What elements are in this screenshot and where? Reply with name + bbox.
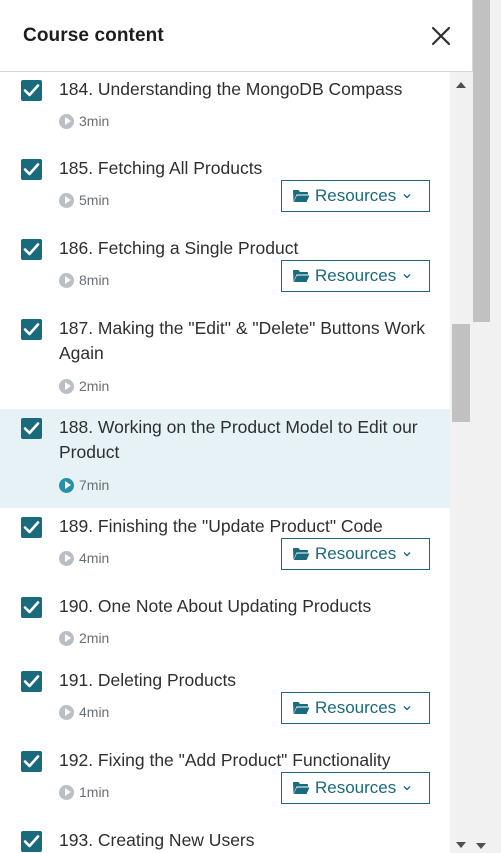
chevron-down-icon bbox=[403, 552, 411, 557]
resources-button[interactable]: Resources bbox=[281, 692, 430, 724]
play-circle-icon bbox=[59, 378, 74, 394]
folder-open-icon bbox=[293, 270, 310, 282]
lecture-title[interactable]: 190. One Note About Updating Products bbox=[59, 594, 429, 619]
chevron-down-icon bbox=[403, 274, 411, 279]
lecture-title[interactable]: 193. Creating New Users bbox=[59, 828, 429, 853]
folder-open-icon bbox=[293, 702, 310, 714]
panel-title: Course content bbox=[23, 25, 164, 46]
panel-header: Course content bbox=[0, 0, 472, 72]
check-icon[interactable] bbox=[21, 751, 42, 772]
lecture-meta: 5min bbox=[59, 191, 109, 209]
page-scrollbar[interactable] bbox=[473, 0, 501, 853]
check-icon[interactable] bbox=[21, 80, 42, 101]
lecture-title[interactable]: 191. Deleting Products bbox=[59, 668, 429, 693]
lecture-duration: 7min bbox=[79, 477, 110, 493]
play-circle-icon bbox=[59, 477, 74, 493]
check-icon[interactable] bbox=[21, 671, 42, 692]
lecture-duration: 2min bbox=[79, 378, 110, 394]
lecture-title[interactable]: 186. Fetching a Single Product bbox=[59, 236, 429, 261]
lecture-item[interactable]: 193. Creating New Users bbox=[0, 822, 450, 853]
play-circle-icon bbox=[59, 192, 74, 208]
resources-label: Resources bbox=[315, 266, 397, 285]
check-icon[interactable] bbox=[21, 159, 42, 180]
lecture-item[interactable]: 185. Fetching All Products 5min Resources bbox=[0, 150, 450, 230]
folder-open-icon bbox=[293, 190, 310, 202]
lecture-title[interactable]: 185. Fetching All Products bbox=[59, 156, 429, 181]
play-circle-icon bbox=[59, 113, 74, 129]
lecture-item[interactable]: 187. Making the "Edit" & "Delete" Button… bbox=[0, 310, 450, 409]
lecture-list: 184. Understanding the MongoDB Compass 3m… bbox=[0, 72, 450, 853]
close-icon[interactable] bbox=[426, 21, 456, 51]
resources-label: Resources bbox=[315, 544, 397, 563]
resources-button[interactable]: Resources bbox=[281, 772, 430, 804]
list-scrollbar[interactable] bbox=[450, 72, 473, 853]
folder-open-icon bbox=[293, 782, 310, 794]
check-icon[interactable] bbox=[21, 418, 42, 439]
lecture-meta: 3min bbox=[59, 112, 109, 130]
resources-label: Resources bbox=[315, 186, 397, 205]
resources-label: Resources bbox=[315, 698, 397, 717]
lecture-meta: 4min bbox=[59, 703, 109, 721]
resources-button[interactable]: Resources bbox=[281, 260, 430, 292]
lecture-title[interactable]: 187. Making the "Edit" & "Delete" Button… bbox=[59, 316, 429, 366]
scroll-up-icon[interactable] bbox=[456, 82, 466, 88]
lecture-meta: 8min bbox=[59, 271, 109, 289]
lecture-duration: 1min bbox=[79, 784, 110, 800]
scrollbar-thumb[interactable] bbox=[452, 324, 470, 422]
lecture-title[interactable]: 188. Working on the Product Model to Edi… bbox=[59, 415, 429, 465]
lecture-item[interactable]: 184. Understanding the MongoDB Compass 3m… bbox=[0, 72, 450, 150]
chevron-down-icon bbox=[403, 194, 411, 199]
lecture-item[interactable]: 190. One Note About Updating Products 2mi… bbox=[0, 588, 450, 662]
lecture-duration: 3min bbox=[79, 113, 110, 129]
chevron-down-icon bbox=[403, 786, 411, 791]
lecture-item[interactable]: 191. Deleting Products 4min Resources bbox=[0, 662, 450, 742]
lecture-meta: 7min bbox=[59, 476, 109, 494]
resources-button[interactable]: Resources bbox=[281, 538, 430, 570]
lecture-duration: 5min bbox=[79, 192, 110, 208]
play-circle-icon bbox=[59, 704, 74, 720]
lecture-meta: 4min bbox=[59, 549, 109, 567]
play-circle-icon bbox=[59, 784, 74, 800]
page-scroll-down-icon[interactable] bbox=[476, 843, 486, 849]
lecture-list-viewport[interactable]: 184. Understanding the MongoDB Compass 3m… bbox=[0, 72, 450, 853]
lecture-duration: 4min bbox=[79, 550, 110, 566]
play-circle-icon bbox=[59, 550, 74, 566]
lecture-duration: 2min bbox=[79, 630, 110, 646]
page-scrollbar-thumb[interactable] bbox=[473, 0, 490, 322]
resources-button[interactable]: Resources bbox=[281, 180, 430, 212]
check-icon[interactable] bbox=[21, 517, 42, 538]
folder-open-icon bbox=[293, 548, 310, 560]
scroll-down-icon[interactable] bbox=[456, 842, 466, 848]
lecture-duration: 8min bbox=[79, 272, 110, 288]
chevron-down-icon bbox=[403, 706, 411, 711]
lecture-meta: 2min bbox=[59, 629, 109, 647]
lecture-title[interactable]: 184. Understanding the MongoDB Compass bbox=[59, 77, 429, 102]
check-icon[interactable] bbox=[21, 319, 42, 340]
play-circle-icon bbox=[59, 630, 74, 646]
lecture-meta: 1min bbox=[59, 783, 109, 801]
resources-label: Resources bbox=[315, 778, 397, 797]
lecture-item[interactable]: 188. Working on the Product Model to Edi… bbox=[0, 409, 450, 508]
play-circle-icon bbox=[59, 272, 74, 288]
lecture-meta: 2min bbox=[59, 377, 109, 395]
check-icon[interactable] bbox=[21, 831, 42, 852]
course-content-panel: Course content 184. Understanding the Mo… bbox=[0, 0, 473, 853]
lecture-duration: 4min bbox=[79, 704, 110, 720]
check-icon[interactable] bbox=[21, 597, 42, 618]
lecture-item[interactable]: 186. Fetching a Single Product 8min Resour… bbox=[0, 230, 450, 310]
check-icon[interactable] bbox=[21, 239, 42, 260]
lecture-item[interactable]: 192. Fixing the "Add Product" Functional… bbox=[0, 742, 450, 822]
lecture-item[interactable]: 189. Finishing the "Update Product" Code… bbox=[0, 508, 450, 588]
lecture-title[interactable]: 189. Finishing the "Update Product" Code bbox=[59, 514, 429, 539]
lecture-title[interactable]: 192. Fixing the "Add Product" Functional… bbox=[59, 748, 429, 773]
